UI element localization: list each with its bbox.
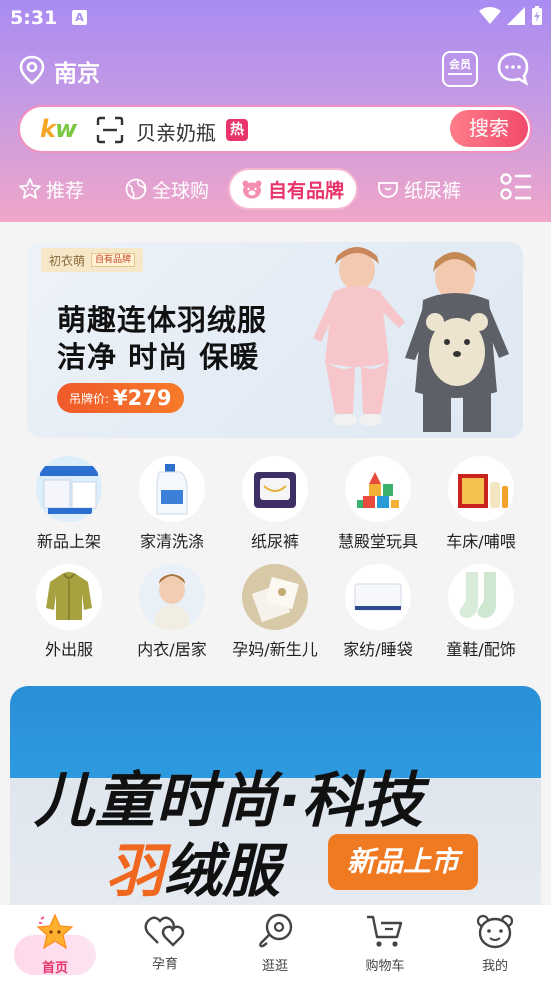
battery-icon [532,6,542,25]
category-label: 慧殿堂玩具 [337,532,418,551]
search-input[interactable]: 贝亲奶瓶 [136,117,216,146]
member-card-icon [448,73,472,79]
banner-title: 萌趣连体羽绒服 [57,303,268,337]
category-new-arrivals[interactable]: 新品上架 [19,456,119,552]
header-row: 南京 会员 [0,46,551,94]
category-label: 外出服 [44,640,93,659]
status-time: 5:31 [10,7,58,29]
own-brand-tag: 自有品牌 [91,253,136,267]
category-label: 童鞋/配饰 [446,640,516,659]
category-grid: 新品上架 家清洗涤 纸尿裤 慧殿堂玩具 车床/哺喂 外出服 内衣/居家 孕妈/新… [0,456,551,671]
category-menu-icon[interactable] [500,172,532,202]
tab-label: 全球购 [152,179,210,202]
category-label: 纸尿裤 [250,532,299,551]
tab-global[interactable]: 全球购 [124,168,209,210]
category-image [345,564,411,630]
category-household-cleaning[interactable]: 家清洗涤 [122,456,222,552]
tab-label: 纸尿裤 [404,179,462,202]
nav-label: 逛逛 [261,959,288,974]
member-label: 会员 [449,58,471,71]
nav-cart[interactable]: 购物车 [340,913,430,974]
nav-label: 孕育 [151,957,178,972]
star-face-icon [19,178,41,199]
new-arrival-badge: 新品上市 [328,834,478,890]
signal-icon [507,7,525,25]
message-icon[interactable] [496,50,530,88]
category-underwear-home[interactable]: 内衣/居家 [122,564,222,660]
tab-own-brand[interactable]: 自有品牌 [228,168,359,210]
globe-icon [125,178,147,200]
hot-badge: 热 [226,119,248,141]
nav-browse[interactable]: 逛逛 [230,913,320,974]
tab-diapers[interactable]: 纸尿裤 [376,168,461,210]
category-image [345,456,411,522]
tab-recommend[interactable]: 推荐 [18,168,84,210]
category-image [448,456,514,522]
promo-subtitle: 羽绒服 [106,837,281,905]
category-stroller-feeding[interactable]: 车床/哺喂 [431,456,531,552]
hearts-icon [144,916,185,947]
nav-mine[interactable]: 我的 [450,913,540,974]
kw-logo: kw [40,115,77,143]
promo-banner[interactable]: 儿童时尚·科技 羽绒服 新品上市 [10,686,541,916]
nav-home[interactable]: 首页 [10,913,100,976]
category-maternity-newborn[interactable]: 孕妈/新生儿 [225,564,325,660]
category-label: 车床/哺喂 [446,532,516,551]
diaper-icon [378,182,398,198]
bear-icon [242,180,262,199]
star-home-icon [36,913,74,950]
cart-icon [367,915,403,947]
category-label: 孕妈/新生儿 [232,640,318,659]
category-image [36,564,102,630]
category-image [139,456,205,522]
category-label: 家清洗涤 [139,532,204,551]
nav-parenting[interactable]: 孕育 [120,913,210,972]
scan-icon[interactable] [96,116,124,144]
category-shoes-accessories[interactable]: 童鞋/配饰 [431,564,531,660]
status-bar: 5:31 A [0,0,551,36]
category-bedding-sleepbag[interactable]: 家纺/睡袋 [328,564,428,660]
category-label: 家纺/睡袋 [343,640,413,659]
category-image [242,456,308,522]
category-image [36,456,102,522]
system-icons [479,6,543,26]
nav-label: 首页 [41,961,68,976]
category-diapers[interactable]: 纸尿裤 [225,456,325,552]
tab-label: 推荐 [46,179,85,202]
price-tag: 吊牌价: ¥279 [57,383,184,413]
city-selector[interactable]: 南京 [54,54,100,88]
category-label: 新品上架 [36,532,101,551]
category-image [139,564,205,630]
bottom-navigation: 首页 孕育 逛逛 购物车 我的 [0,905,551,981]
category-image [448,564,514,630]
wifi-icon [479,7,501,24]
brand-label: 初衣萌 自有品牌 [41,248,144,272]
member-card-button[interactable]: 会员 [442,51,478,87]
category-image [242,564,308,630]
nav-label: 购物车 [365,959,405,974]
kids-snowsuit-image [313,247,509,432]
category-tabs: 推荐 全球购 自有品牌 纸尿裤 [0,168,551,212]
search-button[interactable]: 搜索 [450,110,528,147]
browse-icon [259,913,293,948]
bear-profile-icon [476,914,514,949]
category-toys[interactable]: 慧殿堂玩具 [328,456,428,552]
a-notification-icon: A [72,10,87,25]
nav-label: 我的 [481,959,508,974]
location-pin-icon[interactable] [18,55,46,85]
tab-label: 自有品牌 [268,179,345,202]
category-outerwear[interactable]: 外出服 [19,564,119,660]
search-bar[interactable]: kw 贝亲奶瓶 热 搜索 [18,105,532,153]
banner-subtitle: 洁净 时尚 保暖 [57,340,260,374]
category-label: 内衣/居家 [137,640,207,659]
hero-banner[interactable]: 初衣萌 自有品牌 萌趣连体羽绒服 洁净 时尚 保暖 吊牌价: ¥279 [27,242,523,438]
